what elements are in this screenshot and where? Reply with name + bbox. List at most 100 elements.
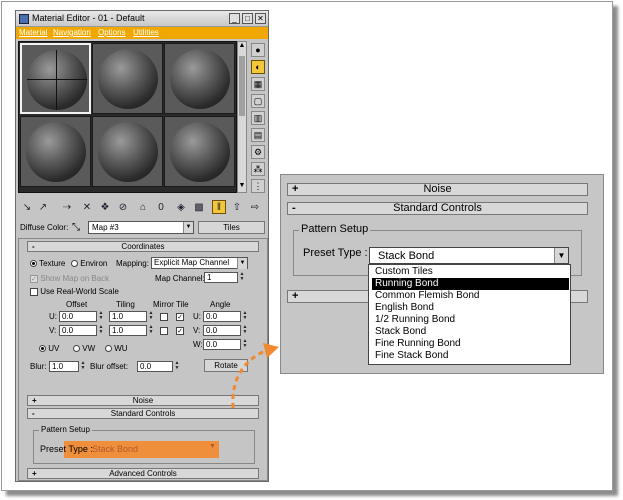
option-english-bond[interactable]: English Bond [372,302,569,314]
menu-material[interactable]: Material [19,27,47,39]
blur-field[interactable]: 1.0 [49,361,79,372]
option-stack-bond[interactable]: Stack Bond [372,326,569,338]
zoom-preset-type-dropdown[interactable]: Stack Bond ▼ [369,247,569,264]
map-type-button[interactable]: Tiles [198,221,265,234]
preset-type-label: Preset Type : [40,444,93,454]
u-tiling-field[interactable]: 1.0 [109,311,147,322]
sample-slot-5[interactable] [92,116,163,187]
map-channel-spinner[interactable]: ▲ ▼ [239,272,245,283]
zoom-rollout-noise-title: Noise [423,183,452,195]
scroll-thumb[interactable] [239,56,245,116]
blur-offset-spinner[interactable]: ▲ ▼ [174,361,180,372]
texture-radio[interactable]: Texture [30,259,65,268]
reset-map-icon[interactable]: ✕ [80,200,94,214]
v-tile-checkbox[interactable]: ✓ [176,326,184,335]
show-map-in-viewport-icon[interactable]: ◈ [174,200,188,214]
minimize-button[interactable]: _ [229,13,240,24]
menu-utilities[interactable]: Utilities [133,27,159,39]
option-half-running-bond[interactable]: 1/2 Running Bond [372,314,569,326]
v-mirror-checkbox[interactable] [160,326,168,335]
map-name-field[interactable]: Map #3 ▼ [88,221,194,234]
sample-slot-6[interactable] [164,116,235,187]
option-fine-stack-bond[interactable]: Fine Stack Bond [372,350,569,362]
sample-slot-4[interactable] [20,116,91,187]
u-mirror-checkbox[interactable] [160,312,168,321]
chevron-down-icon[interactable]: ▼ [183,222,193,233]
sample-uv-tiling-icon[interactable]: ▢ [251,94,265,108]
sample-sphere [170,49,230,109]
u-angle-field[interactable]: 0.0 [203,311,241,322]
video-color-check-icon[interactable]: ▥ [251,111,265,125]
title-bar[interactable]: Material Editor - 01 - Default _ □ ✕ [16,11,268,27]
sample-type-icon[interactable]: ● [251,43,265,57]
wu-radio[interactable]: WU [105,344,128,353]
mapping-dropdown[interactable]: Explicit Map Channel ▼ [151,257,248,269]
backlight-icon[interactable]: ◐ [251,60,265,74]
get-material-icon[interactable]: ↘ [20,200,34,214]
option-common-flemish-bond[interactable]: Common Flemish Bond [372,290,569,302]
environ-radio[interactable]: Environ [71,259,107,268]
v-angle-spinner[interactable]: ▲ ▼ [242,325,248,336]
collapse-icon: - [292,202,296,214]
u-angle-spinner[interactable]: ▲ ▼ [242,311,248,322]
menu-navigation[interactable]: Navigation [53,27,91,39]
option-custom-tiles[interactable]: Custom Tiles [372,266,569,278]
menu-options[interactable]: Options [98,27,126,39]
sample-sphere [27,50,87,110]
background-checker-icon[interactable]: ▦ [251,77,265,91]
pick-material-icon[interactable]: ⤡ [72,222,80,233]
options-icon[interactable]: ⚙ [251,145,265,159]
make-copy-icon[interactable]: ❖ [98,200,112,214]
map-name-value: Map #3 [92,223,119,232]
v-offset-spinner[interactable]: ▲ ▼ [98,325,104,336]
zoom-rollout-noise[interactable]: + Noise [287,183,588,196]
show-map-on-back-checkbox[interactable]: ✓ Show Map on Back [30,274,109,283]
v-tiling-field[interactable]: 1.0 [109,325,147,336]
go-to-parent-icon[interactable]: ⇧ [230,200,244,214]
u-offset-spinner[interactable]: ▲ ▼ [98,311,104,322]
u-tiling-spinner[interactable]: ▲ ▼ [148,311,154,322]
chevron-down-icon[interactable]: ▼ [237,258,247,269]
put-to-scene-icon[interactable]: ↗ [36,200,50,214]
material-map-navigator-icon[interactable]: ⋮ [251,179,265,193]
sample-slot-3[interactable] [164,43,235,114]
scroll-up-icon[interactable]: ▲ [238,42,246,49]
make-unique-icon[interactable]: ⊘ [116,200,130,214]
v-offset-field[interactable]: 0.0 [59,325,97,336]
blur-offset-field[interactable]: 0.0 [137,361,173,372]
mapping-label: Mapping: [116,259,149,268]
put-to-library-icon[interactable]: ⌂ [136,200,150,214]
v-angle-field[interactable]: 0.0 [203,325,241,336]
option-running-bond[interactable]: Running Bond [372,278,569,290]
go-forward-sibling-icon[interactable]: ⇨ [248,200,262,214]
vw-radio[interactable]: VW [73,344,95,353]
real-world-scale-checkbox[interactable]: Use Real-World Scale [30,287,119,296]
option-fine-running-bond[interactable]: Fine Running Bond [372,338,569,350]
preset-type-value[interactable]: Stack Bond [92,444,138,454]
slots-scrollbar[interactable]: ▲ ▼ [237,41,247,193]
make-preview-icon[interactable]: ▤ [251,128,265,142]
select-by-material-icon[interactable]: ⁂ [251,162,265,176]
pattern-setup-title: Pattern Setup [39,425,92,434]
assign-to-selection-icon[interactable]: ⇢ [60,200,74,214]
sample-slot-2[interactable] [92,43,163,114]
material-id-channel-icon[interactable]: 0 [154,200,168,214]
uv-radio[interactable]: UV [39,344,59,353]
zoom-rollout-standard-controls[interactable]: - Standard Controls [287,202,588,215]
v-tiling-spinner[interactable]: ▲ ▼ [148,325,154,336]
scroll-down-icon[interactable]: ▼ [238,182,246,189]
sample-slot-1[interactable] [20,43,91,114]
close-button[interactable]: ✕ [255,13,266,24]
show-end-result-icon[interactable]: ▩ [192,200,206,214]
u-offset-field[interactable]: 0.0 [59,311,97,322]
map-channel-field[interactable]: 1 [204,272,238,283]
blur-label: Blur: [30,362,47,371]
blur-spinner[interactable]: ▲ ▼ [80,361,86,372]
chevron-down-icon[interactable]: ▼ [209,443,216,450]
rollout-advanced-controls[interactable]: + Advanced Controls [27,468,259,479]
chevron-down-icon[interactable]: ▼ [554,248,568,263]
rollout-coordinates[interactable]: - Coordinates [27,241,259,252]
u-tile-checkbox[interactable]: ✓ [176,312,184,321]
show-end-result-toggle-icon[interactable]: ‖ [212,200,226,214]
maximize-button[interactable]: □ [242,13,253,24]
